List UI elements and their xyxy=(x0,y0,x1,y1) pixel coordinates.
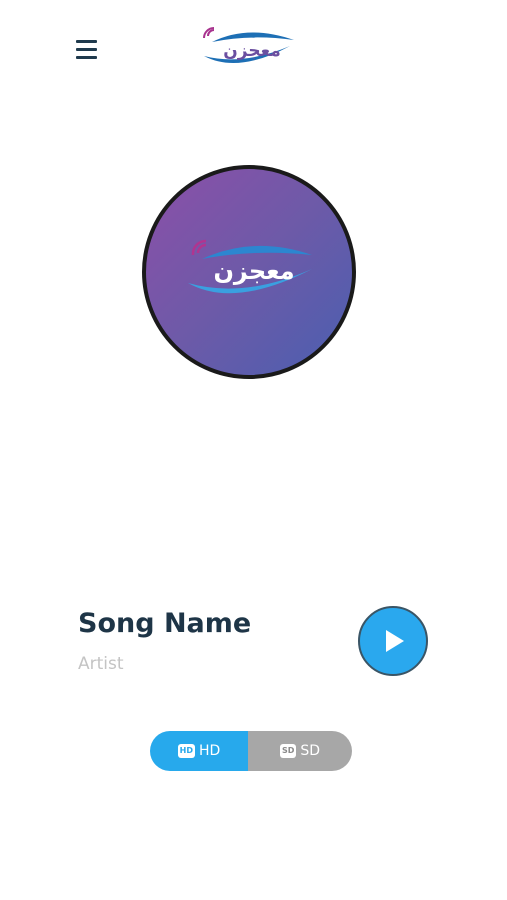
app-logo: معجزن xyxy=(198,26,298,72)
sd-label: SD xyxy=(300,743,321,759)
logo-text: معجزن xyxy=(223,41,280,61)
album-artwork: معجزن xyxy=(142,165,356,379)
sd-option[interactable]: SD SD xyxy=(248,731,352,771)
hd-label: HD xyxy=(199,743,221,759)
song-title: Song Name xyxy=(78,608,252,639)
hamburger-menu-icon[interactable] xyxy=(76,40,98,60)
artwork-logo-text: معجزن xyxy=(213,257,294,285)
hd-icon: HD xyxy=(177,744,196,758)
sd-icon: SD xyxy=(279,744,297,758)
hd-option[interactable]: HD HD xyxy=(150,731,248,771)
play-button[interactable] xyxy=(358,606,428,676)
quality-toggle: HD HD SD SD xyxy=(150,731,352,771)
artist-name: Artist xyxy=(78,654,124,674)
play-icon xyxy=(386,630,404,652)
